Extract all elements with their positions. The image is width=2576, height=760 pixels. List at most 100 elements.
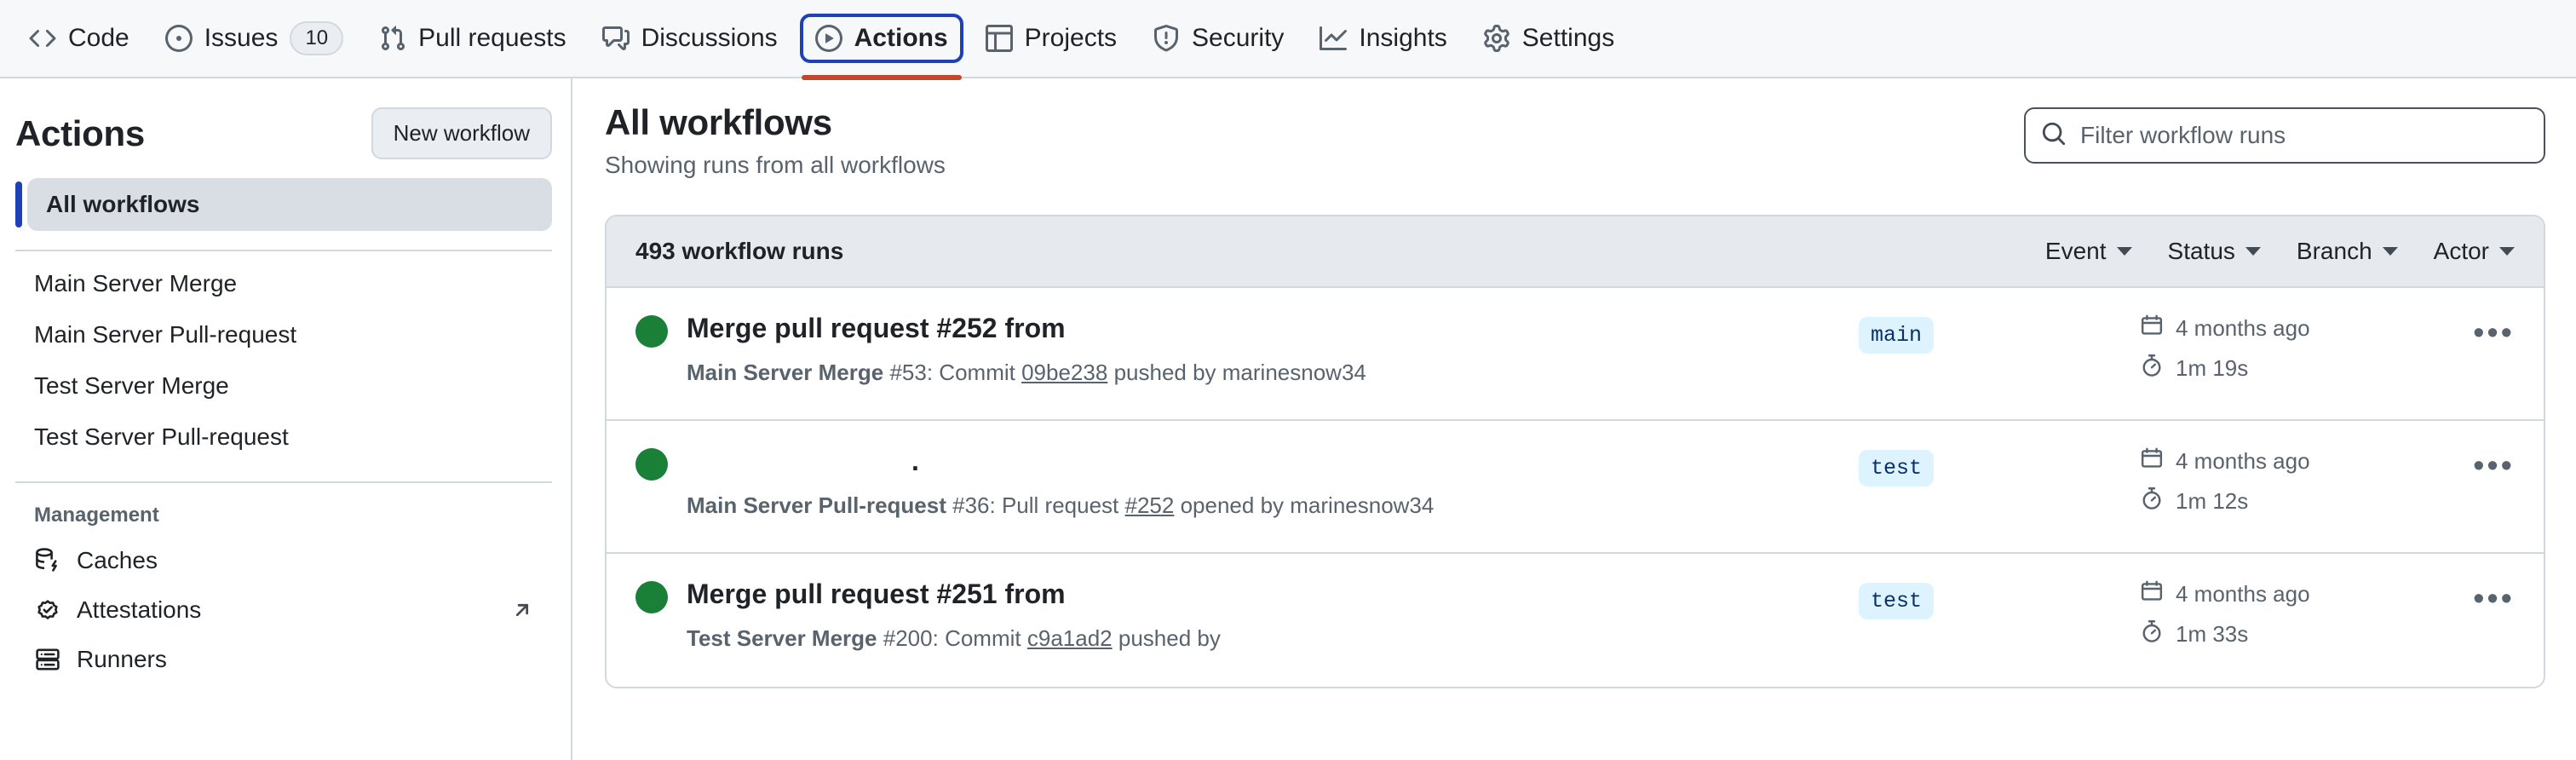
run-main: Merge pull request #252 from Main Server… xyxy=(675,312,1859,386)
filters-group: Event Status Branch Actor xyxy=(2045,238,2515,265)
run-number: #36: xyxy=(952,492,996,518)
nav-item-security[interactable]: Security xyxy=(1139,14,1297,63)
nav-label-insights: Insights xyxy=(1359,24,1446,53)
run-workflow-name: Test Server Merge xyxy=(687,625,877,651)
nav-label-security: Security xyxy=(1192,24,1284,53)
sidebar-item-caches[interactable]: Caches xyxy=(15,536,552,585)
filter-branch[interactable]: Branch xyxy=(2297,238,2398,265)
new-workflow-button[interactable]: New workflow xyxy=(371,107,552,159)
run-main: Merge pull request #251 from Test Server… xyxy=(675,578,1859,652)
run-date: 4 months ago xyxy=(2140,314,2421,343)
nav-label-pull-requests: Pull requests xyxy=(418,24,566,53)
sidebar-item-main-server-pull-request[interactable]: Main Server Pull-request xyxy=(15,309,552,360)
repo-nav: Code Issues 10 Pull requests Discussions… xyxy=(0,0,2576,78)
filter-workflow-runs-box[interactable] xyxy=(2024,107,2545,164)
sidebar-item-all-workflows[interactable]: All workflows xyxy=(27,178,552,231)
nav-item-discussions[interactable]: Discussions xyxy=(589,14,791,63)
table-icon xyxy=(986,25,1013,52)
sidebar-item-test-server-merge[interactable]: Test Server Merge xyxy=(15,360,552,412)
filter-status[interactable]: Status xyxy=(2168,238,2261,265)
run-ref-link[interactable]: #252 xyxy=(1125,492,1175,518)
table-row[interactable]: . Main Server Pull-request #36: Pull req… xyxy=(607,421,2544,554)
run-actor-text: pushed by marinesnow34 xyxy=(1114,360,1366,385)
run-title[interactable]: Merge pull request #251 from xyxy=(687,578,1859,610)
cache-icon xyxy=(34,547,61,574)
nav-item-projects[interactable]: Projects xyxy=(972,14,1130,63)
main-subheading: Showing runs from all workflows xyxy=(605,152,946,179)
check-circle-fill-icon xyxy=(635,315,668,348)
filter-actor[interactable]: Actor xyxy=(2434,238,2515,265)
run-date-text: 4 months ago xyxy=(2176,581,2310,607)
filter-label: Branch xyxy=(2297,238,2372,265)
stopwatch-icon xyxy=(2140,619,2164,649)
run-actor-text: pushed by xyxy=(1118,625,1221,651)
sidebar-item-test-server-pull-request[interactable]: Test Server Pull-request xyxy=(15,412,552,463)
run-event-text: Commit xyxy=(939,360,1015,385)
branch-badge[interactable]: test xyxy=(1859,450,1934,487)
code-icon xyxy=(29,25,56,52)
search-input[interactable] xyxy=(2080,122,2528,149)
issues-count-badge: 10 xyxy=(290,21,343,56)
play-icon xyxy=(815,25,842,52)
stopwatch-icon xyxy=(2140,487,2164,516)
git-pull-request-icon xyxy=(379,25,406,52)
sidebar-divider-management xyxy=(15,481,552,483)
run-duration: 1m 12s xyxy=(2140,487,2421,516)
table-row[interactable]: Merge pull request #251 from Test Server… xyxy=(607,554,2544,687)
run-ref-link[interactable]: c9a1ad2 xyxy=(1027,625,1113,651)
run-workflow-name: Main Server Pull-request xyxy=(687,492,946,518)
nav-item-issues[interactable]: Issues 10 xyxy=(152,11,357,66)
calendar-icon xyxy=(2140,314,2164,343)
workflow-runs-toolbar: 493 workflow runs Event Status Branch xyxy=(607,216,2544,288)
kebab-menu-icon[interactable]: ••• xyxy=(2473,590,2515,609)
run-status-success xyxy=(635,312,675,352)
workflow-runs-panel: 493 workflow runs Event Status Branch xyxy=(605,215,2545,688)
sidebar-divider xyxy=(15,250,552,251)
filter-label: Status xyxy=(2168,238,2235,265)
run-duration-text: 1m 19s xyxy=(2176,355,2248,382)
nav-label-issues: Issues xyxy=(204,24,279,53)
nav-item-insights[interactable]: Insights xyxy=(1306,14,1460,63)
run-meta-col: 4 months ago 1m 12s xyxy=(2140,445,2421,527)
run-actor-text: opened by marinesnow34 xyxy=(1181,492,1435,518)
table-row[interactable]: Merge pull request #252 from Main Server… xyxy=(607,288,2544,421)
filter-event[interactable]: Event xyxy=(2045,238,2132,265)
stopwatch-icon xyxy=(2140,354,2164,383)
chevron-down-icon xyxy=(2245,247,2261,256)
sidebar-section-management: Management xyxy=(15,490,552,536)
main-title-block: All workflows Showing runs from all work… xyxy=(605,102,946,179)
nav-label-projects: Projects xyxy=(1025,24,1117,53)
run-duration-text: 1m 12s xyxy=(2176,488,2248,515)
run-date-text: 4 months ago xyxy=(2176,315,2310,342)
kebab-menu-icon[interactable]: ••• xyxy=(2473,324,2515,343)
nav-item-actions[interactable]: Actions xyxy=(800,14,963,63)
workflow-runs-count: 493 workflow runs xyxy=(635,238,843,265)
run-date: 4 months ago xyxy=(2140,579,2421,609)
run-meta-col: 4 months ago 1m 19s xyxy=(2140,312,2421,394)
sidebar-item-attestations[interactable]: Attestations xyxy=(15,585,552,635)
branch-badge[interactable]: test xyxy=(1859,583,1934,619)
filter-label: Actor xyxy=(2434,238,2489,265)
nav-item-settings[interactable]: Settings xyxy=(1469,14,1628,63)
sidebar-item-runners[interactable]: Runners xyxy=(15,635,552,684)
sidebar-item-main-server-merge[interactable]: Main Server Merge xyxy=(15,258,552,309)
shield-icon xyxy=(1153,25,1180,52)
branch-badge[interactable]: main xyxy=(1859,317,1934,354)
nav-item-pull-requests[interactable]: Pull requests xyxy=(365,14,579,63)
gear-icon xyxy=(1483,25,1510,52)
chevron-down-icon xyxy=(2499,247,2515,256)
run-event-text: Pull request xyxy=(1002,492,1118,518)
sidebar-header: Actions New workflow xyxy=(15,78,552,178)
calendar-icon xyxy=(2140,579,2164,609)
run-ref-link[interactable]: 09be238 xyxy=(1021,360,1107,385)
nav-item-code[interactable]: Code xyxy=(15,14,143,63)
run-subtitle: Test Server Merge #200: Commit c9a1ad2 p… xyxy=(687,625,1859,652)
run-title[interactable]: . xyxy=(687,445,1859,477)
kebab-menu-icon[interactable]: ••• xyxy=(2473,457,2515,476)
run-subtitle: Main Server Merge #53: Commit 09be238 pu… xyxy=(687,360,1859,386)
server-icon xyxy=(34,646,61,673)
run-number: #53: xyxy=(889,360,933,385)
run-event-text: Commit xyxy=(945,625,1021,651)
run-title[interactable]: Merge pull request #252 from xyxy=(687,312,1859,344)
run-subtitle: Main Server Pull-request #36: Pull reque… xyxy=(687,492,1859,519)
